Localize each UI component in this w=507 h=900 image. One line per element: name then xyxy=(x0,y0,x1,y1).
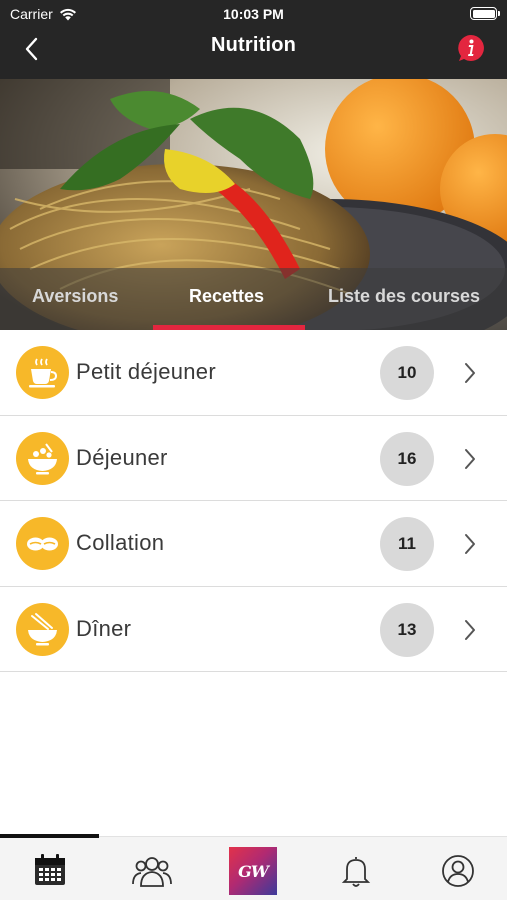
calendar-icon[interactable] xyxy=(30,853,70,889)
snack-icon xyxy=(16,517,69,570)
chevron-right-icon xyxy=(465,448,475,469)
category-row-petit-dejeuner[interactable]: Petit déjeuner 10 xyxy=(0,330,507,416)
salad-bowl-icon xyxy=(16,431,69,485)
chevron-right-icon xyxy=(465,619,475,640)
brand-logo-text: GW xyxy=(238,861,269,881)
recipe-count-badge: 13 xyxy=(380,602,434,657)
category-row-diner[interactable]: Dîner 13 xyxy=(0,586,507,672)
info-icon[interactable] xyxy=(457,34,485,62)
category-label: Collation xyxy=(76,530,165,555)
chevron-right-icon xyxy=(465,363,475,383)
category-label: Dîner xyxy=(76,615,132,641)
recipe-count-badge: 16 xyxy=(380,431,434,486)
segment-tabs: Aversions Recettes Liste des courses xyxy=(0,268,507,330)
category-label: Déjeuner xyxy=(76,444,168,470)
recipe-count-badge: 11 xyxy=(380,517,434,571)
brand-logo[interactable]: GW xyxy=(229,847,277,895)
recipe-category-list: Petit déjeuner 10 Déjeuner 16 Collation … xyxy=(0,330,507,672)
navbar: Nutrition xyxy=(0,28,507,79)
tab-liste-des-courses[interactable]: Liste des courses xyxy=(328,286,480,307)
bell-icon[interactable] xyxy=(336,853,376,889)
top-bar: Carrier 10:03 PM Nutrition xyxy=(0,0,507,79)
recipe-count-badge: 10 xyxy=(380,346,434,400)
coffee-cup-icon xyxy=(16,346,69,399)
category-label: Petit déjeuner xyxy=(76,359,216,384)
tab-recettes[interactable]: Recettes xyxy=(189,286,264,307)
category-row-collation[interactable]: Collation 11 xyxy=(0,501,507,587)
battery-icon xyxy=(470,7,500,20)
tab-aversions[interactable]: Aversions xyxy=(32,286,118,307)
category-row-dejeuner[interactable]: Déjeuner 16 xyxy=(0,415,507,501)
status-bar: Carrier 10:03 PM xyxy=(0,0,507,28)
bottom-tab-bar: GW xyxy=(0,834,507,900)
noodle-bowl-icon xyxy=(16,602,69,656)
active-tab-indicator xyxy=(0,834,99,838)
status-time: 10:03 PM xyxy=(223,6,284,22)
profile-icon[interactable] xyxy=(438,853,478,889)
page-title: Nutrition xyxy=(210,34,297,56)
group-icon[interactable] xyxy=(132,853,172,889)
chevron-right-icon xyxy=(465,534,475,554)
